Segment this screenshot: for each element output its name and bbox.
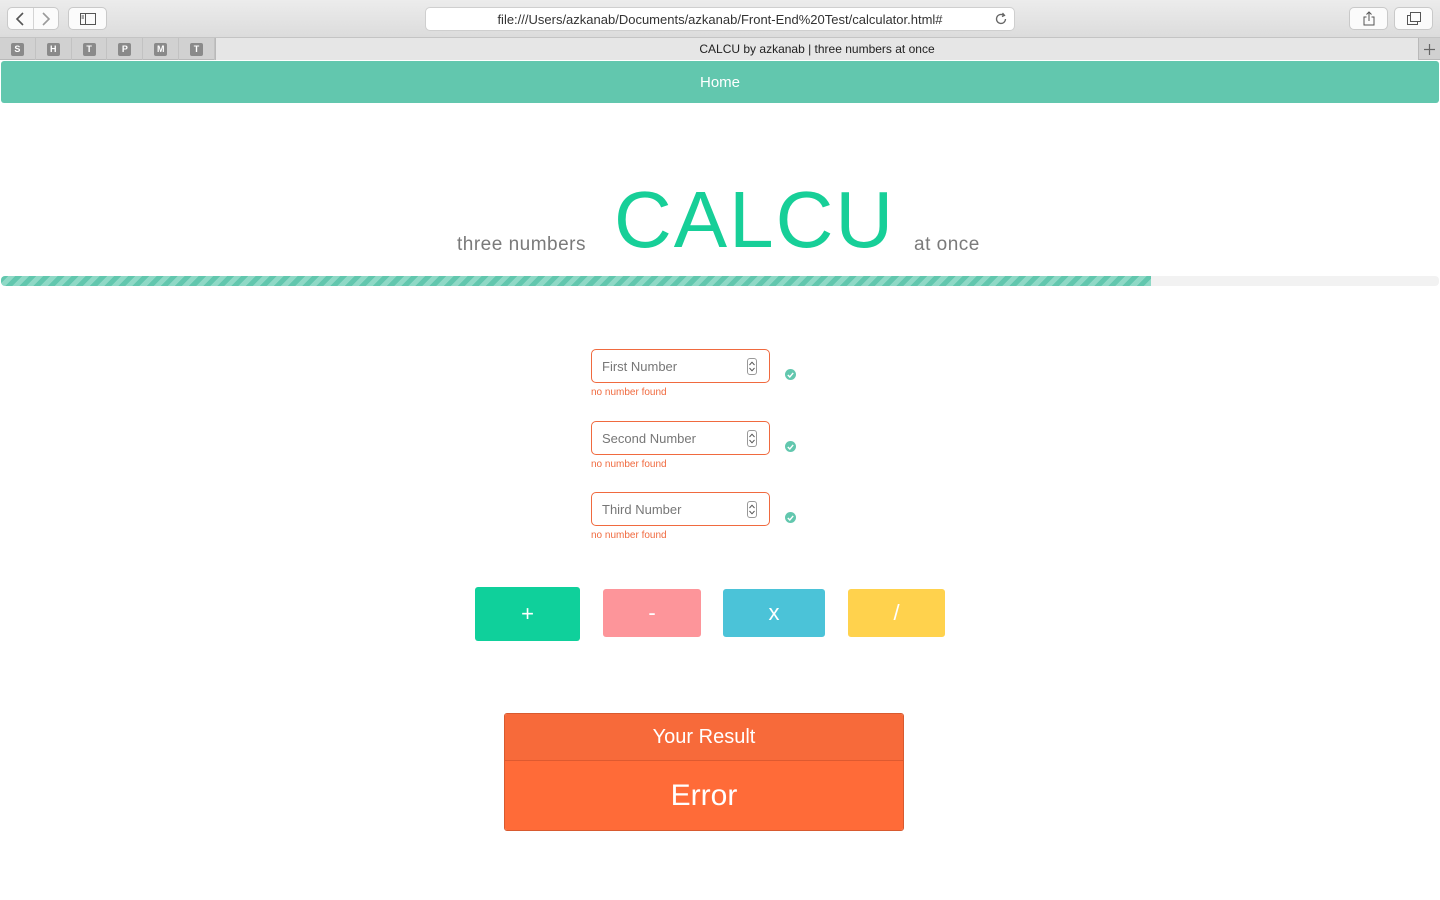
bookmark-letter: T	[190, 42, 204, 56]
third-number-input[interactable]	[592, 493, 737, 525]
bookmark-letter: S	[10, 42, 24, 56]
bookmark-item[interactable]: T	[72, 38, 108, 60]
bookmark-item[interactable]: P	[107, 38, 144, 60]
valid-check-icon	[785, 512, 796, 523]
sidebar-icon	[79, 12, 96, 25]
navbar: Home	[1, 61, 1439, 103]
first-number-error: no number found	[591, 387, 667, 398]
bookmark-item[interactable]: S	[0, 38, 36, 60]
result-panel: Your Result Error	[504, 713, 904, 831]
tabs-icon	[1406, 12, 1421, 25]
valid-check-icon	[785, 441, 796, 452]
tagline-right: at once	[914, 234, 980, 255]
history-nav	[7, 7, 59, 30]
chevron-left-icon	[16, 11, 24, 26]
first-number-input[interactable]	[592, 350, 737, 382]
result-value: Error	[505, 761, 903, 830]
number-stepper[interactable]	[747, 501, 757, 518]
multiply-button[interactable]: x	[723, 589, 825, 637]
number-stepper[interactable]	[747, 430, 757, 447]
address-bar[interactable]: file:///Users/azkanab/Documents/azkanab/…	[425, 7, 1015, 31]
tagline-left: three numbers	[457, 234, 587, 255]
bookmark-item[interactable]: M	[143, 38, 180, 60]
back-button[interactable]	[8, 8, 33, 29]
browser-toolbar: file:///Users/azkanab/Documents/azkanab/…	[0, 0, 1440, 38]
hero: three numbers CALCU at once	[0, 180, 1440, 260]
reload-icon[interactable]	[994, 12, 1008, 26]
chevron-right-icon	[42, 11, 50, 26]
third-number-row: no number found	[591, 492, 796, 541]
third-number-field	[591, 492, 770, 526]
bookmark-item[interactable]: T	[179, 38, 215, 60]
first-number-field	[591, 349, 770, 383]
subtract-button[interactable]: -	[603, 589, 701, 637]
number-stepper[interactable]	[747, 358, 757, 375]
second-number-field	[591, 421, 770, 455]
bookmark-letter: T	[82, 42, 96, 56]
brand-title: CALCU	[614, 175, 896, 264]
plus-icon	[1424, 43, 1435, 55]
share-icon	[1363, 11, 1374, 26]
add-button[interactable]: +	[475, 587, 580, 641]
nav-home-link[interactable]: Home	[700, 74, 740, 91]
valid-check-icon	[785, 369, 796, 380]
progress-fill	[1, 276, 1152, 286]
share-button[interactable]	[1349, 7, 1388, 30]
second-number-row: no number found	[591, 421, 796, 470]
sidebar-toggle-button[interactable]	[68, 7, 107, 30]
bookmark-letter: H	[46, 42, 60, 56]
bookmark-letter: M	[154, 42, 168, 56]
bookmark-letter: P	[118, 42, 132, 56]
show-tabs-button[interactable]	[1394, 7, 1433, 30]
first-number-row: no number found	[591, 349, 796, 398]
result-label: Your Result	[505, 714, 903, 761]
second-number-input[interactable]	[592, 422, 737, 454]
stepper-arrows-icon	[749, 504, 755, 515]
third-number-error: no number found	[591, 530, 667, 541]
bookmark-item[interactable]: H	[36, 38, 72, 60]
new-tab-button[interactable]	[1418, 38, 1440, 60]
active-tab[interactable]: CALCU by azkanab | three numbers at once	[216, 38, 1418, 60]
progress-bar	[1, 276, 1439, 286]
favorites-bar: S H T P M T	[0, 38, 216, 60]
divide-button[interactable]: /	[848, 589, 945, 637]
stepper-arrows-icon	[749, 361, 755, 372]
stepper-arrows-icon	[749, 433, 755, 444]
tab-bar: S H T P M T CALCU by azkanab | three num…	[0, 38, 1440, 60]
url-text: file:///Users/azkanab/Documents/azkanab/…	[497, 12, 943, 27]
second-number-error: no number found	[591, 459, 667, 470]
forward-button[interactable]	[32, 8, 59, 29]
